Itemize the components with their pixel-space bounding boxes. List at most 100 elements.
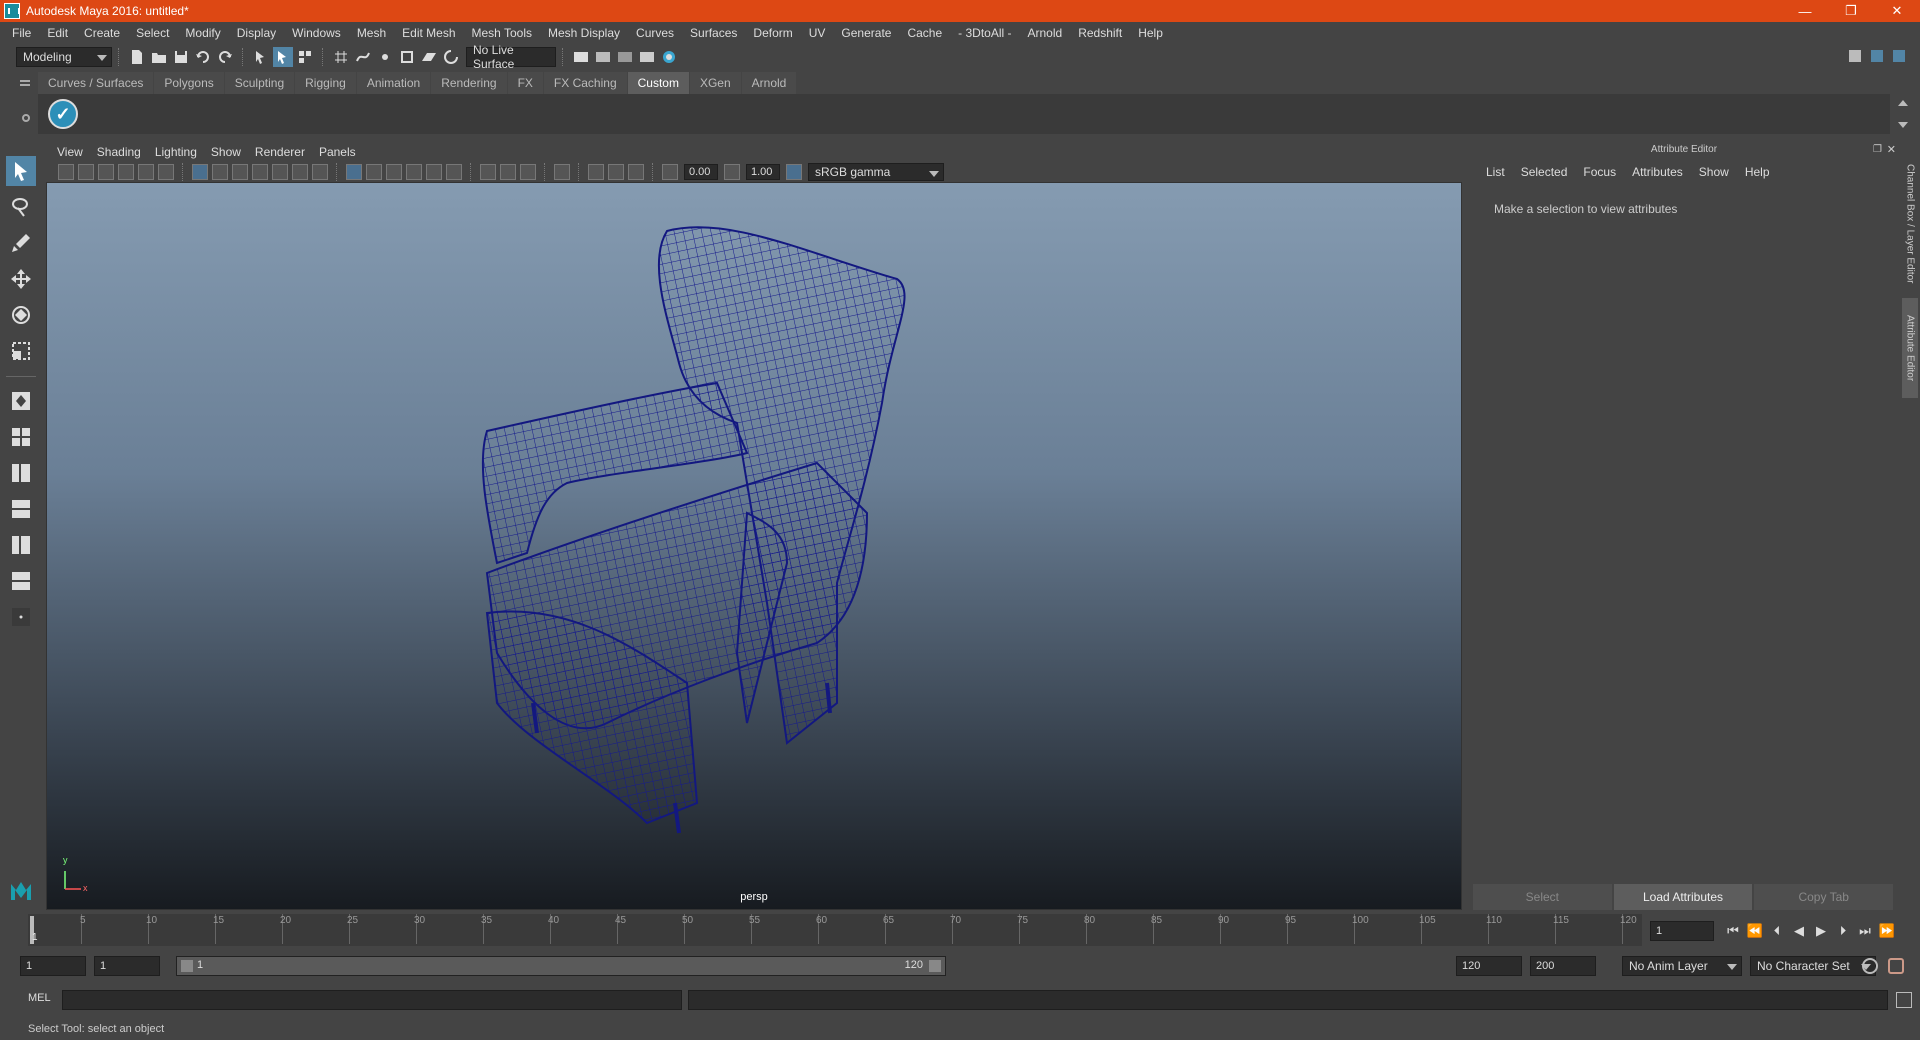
playback-end-field[interactable]: 120 [1456, 956, 1522, 976]
smooth-shade-icon[interactable] [366, 164, 382, 180]
menu-mesh[interactable]: Mesh [349, 22, 394, 44]
shelf-scroll[interactable] [1896, 98, 1910, 132]
anim-layer-dropdown[interactable]: No Anim Layer [1622, 956, 1742, 976]
tab-rendering[interactable]: Rendering [431, 72, 507, 94]
hypershade-icon[interactable] [637, 47, 657, 67]
wireframe-icon[interactable] [346, 164, 362, 180]
color-space-dropdown[interactable]: sRGB gamma [808, 163, 944, 181]
toggle-channel-box-icon[interactable] [1889, 46, 1909, 66]
tab-animation[interactable]: Animation [356, 72, 431, 94]
open-scene-icon[interactable] [149, 47, 169, 67]
go-to-start-icon[interactable]: ⏮ [1722, 921, 1744, 941]
lasso-tool-icon[interactable] [6, 192, 36, 222]
range-start-handle[interactable] [181, 960, 193, 972]
script-editor-icon[interactable] [1896, 992, 1912, 1008]
tab-arnold[interactable]: Arnold [741, 72, 797, 94]
menu-arnold[interactable]: Arnold [1020, 22, 1071, 44]
snap-grid-icon[interactable] [331, 47, 351, 67]
gamma-icon[interactable] [724, 164, 740, 180]
snap-point-icon[interactable] [375, 47, 395, 67]
attr-menu-show[interactable]: Show [1691, 162, 1737, 182]
undo-icon[interactable] [193, 47, 213, 67]
more-layouts-icon[interactable] [6, 602, 36, 632]
menu-display[interactable]: Display [229, 22, 284, 44]
gear-icon[interactable] [22, 114, 30, 122]
single-pane-layout-icon[interactable] [6, 386, 36, 416]
menu-select[interactable]: Select [128, 22, 177, 44]
snap-surface-icon[interactable] [419, 47, 439, 67]
tab-polygons[interactable]: Polygons [154, 72, 224, 94]
field-chart-icon[interactable] [272, 164, 288, 180]
tab-fx-caching[interactable]: FX Caching [543, 72, 627, 94]
snap-curve-icon[interactable] [353, 47, 373, 67]
tab-rigging[interactable]: Rigging [295, 72, 356, 94]
menu-curves[interactable]: Curves [628, 22, 682, 44]
redo-icon[interactable] [215, 47, 235, 67]
film-gate-icon[interactable] [212, 164, 228, 180]
ambient-occlusion-icon[interactable] [480, 164, 496, 180]
range-slider[interactable]: 1 120 [176, 956, 946, 976]
tab-attribute-editor[interactable]: Attribute Editor [1902, 298, 1918, 398]
menu-generate[interactable]: Generate [833, 22, 899, 44]
maximize-button[interactable]: ❐ [1828, 0, 1874, 22]
graph-editor-layout-icon[interactable] [6, 494, 36, 524]
load-attributes-button[interactable]: Load Attributes [1613, 884, 1753, 910]
menu-help[interactable]: Help [1130, 22, 1171, 44]
hypershade-layout-icon[interactable] [6, 530, 36, 560]
go-to-end-icon[interactable]: ⏩ [1876, 921, 1898, 941]
close-panel-icon[interactable]: ✕ [1887, 143, 1896, 156]
play-forward-icon[interactable]: ▶ [1810, 921, 1832, 941]
float-panel-icon[interactable]: ❐ [1873, 144, 1882, 155]
four-pane-layout-icon[interactable] [6, 422, 36, 452]
attr-menu-selected[interactable]: Selected [1513, 162, 1576, 182]
render-settings-icon[interactable] [615, 47, 635, 67]
copy-tab-button[interactable]: Copy Tab [1754, 884, 1894, 910]
animation-preferences-icon[interactable] [1888, 958, 1904, 974]
xray-active-icon[interactable] [608, 164, 624, 180]
menu-file[interactable]: File [4, 22, 39, 44]
lights-icon[interactable] [426, 164, 442, 180]
camera-attributes-icon[interactable] [78, 164, 94, 180]
image-plane-icon[interactable] [118, 164, 134, 180]
move-tool-icon[interactable] [6, 264, 36, 294]
outliner-layout-icon[interactable] [6, 458, 36, 488]
menu-edit[interactable]: Edit [39, 22, 76, 44]
scale-tool-icon[interactable] [6, 336, 36, 366]
menu-redshift[interactable]: Redshift [1070, 22, 1130, 44]
viewport-menu-panels[interactable]: Panels [312, 145, 363, 159]
time-slider[interactable]: 1 5 10 15 20 25 30 35 40 45 50 55 60 65 … [28, 914, 1642, 946]
minimize-button[interactable]: — [1782, 0, 1828, 22]
step-forward-frame-icon[interactable]: ⏵ [1832, 921, 1854, 941]
select-component-icon[interactable] [295, 47, 315, 67]
tab-curves-surfaces[interactable]: Curves / Surfaces [38, 72, 154, 94]
bookmarks-icon[interactable] [98, 164, 114, 180]
viewport-menu-lighting[interactable]: Lighting [148, 145, 204, 159]
command-language-label[interactable]: MEL [28, 992, 51, 1004]
attr-menu-help[interactable]: Help [1737, 162, 1778, 182]
new-scene-icon[interactable] [127, 47, 147, 67]
tab-xgen[interactable]: XGen [689, 72, 741, 94]
animation-end-field[interactable]: 200 [1530, 956, 1596, 976]
select-tool-icon[interactable] [6, 156, 36, 186]
exposure-field[interactable]: 0.00 [684, 164, 718, 180]
live-surface-field[interactable]: No Live Surface [466, 43, 556, 71]
tab-custom[interactable]: Custom [627, 72, 689, 94]
paint-select-tool-icon[interactable] [6, 228, 36, 258]
gamma-field[interactable]: 1.00 [746, 164, 780, 180]
tab-fx[interactable]: FX [507, 72, 543, 94]
safe-action-icon[interactable] [292, 164, 308, 180]
menu-3dtoall[interactable]: - 3DtoAll - [950, 22, 1019, 44]
viewport-menu-renderer[interactable]: Renderer [248, 145, 312, 159]
anti-aliasing-icon[interactable] [520, 164, 536, 180]
isolate-select-icon[interactable] [554, 164, 570, 180]
tab-sculpting[interactable]: Sculpting [224, 72, 295, 94]
perspective-viewport[interactable]: y x persp [46, 182, 1462, 910]
tab-channel-box[interactable]: Channel Box / Layer Editor [1902, 154, 1918, 294]
viewport-menu-shading[interactable]: Shading [90, 145, 148, 159]
menu-icon[interactable] [20, 80, 30, 86]
arnold-render-icon[interactable] [659, 47, 679, 67]
play-backward-icon[interactable]: ◀ [1788, 921, 1810, 941]
gate-mask-icon[interactable] [252, 164, 268, 180]
menu-create[interactable]: Create [76, 22, 128, 44]
select-object-icon[interactable] [273, 47, 293, 67]
